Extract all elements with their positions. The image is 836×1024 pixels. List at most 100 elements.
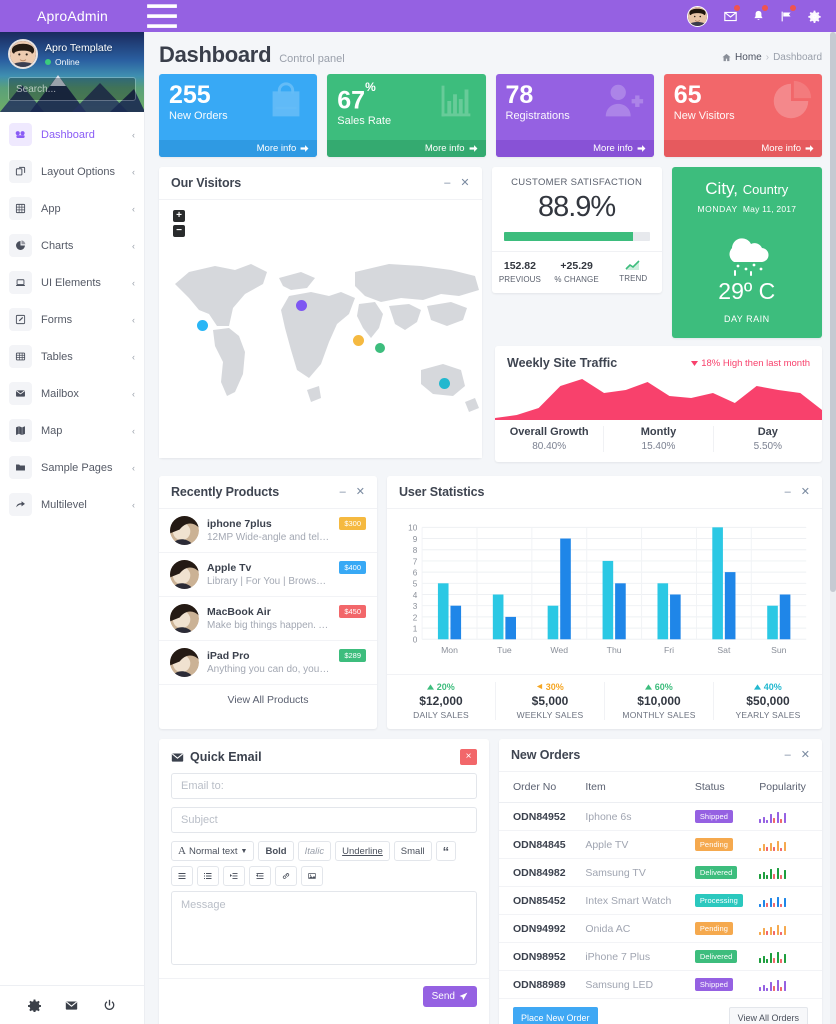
place-new-order-button[interactable]: Place New Order bbox=[513, 1007, 598, 1024]
chart-bar bbox=[712, 527, 723, 640]
infobox-more-label: More info bbox=[424, 143, 465, 154]
infobox-more-info[interactable]: More info bbox=[327, 140, 486, 157]
page-scrollbar[interactable] bbox=[830, 32, 836, 1024]
view-all-orders-button[interactable]: View All Orders bbox=[728, 1007, 808, 1024]
scrollbar-thumb[interactable] bbox=[830, 32, 836, 592]
product-list: iphone 7plus 12MP Wide-angle and telephot… bbox=[159, 509, 377, 685]
minimize-icon[interactable]: – bbox=[340, 486, 346, 498]
blockquote-button[interactable]: “ bbox=[435, 841, 457, 861]
map-zoom-out-button[interactable]: − bbox=[173, 225, 185, 237]
table-row[interactable]: ODN94992 Onida AC Pending bbox=[499, 914, 822, 943]
sidebar-item-ui-elements[interactable]: UI Elements ‹ bbox=[0, 264, 144, 301]
messages-icon[interactable] bbox=[716, 0, 744, 32]
list-item[interactable]: Apple Tv Library | For You | Browse | Rad… bbox=[159, 553, 377, 597]
sidebar-item-mailbox[interactable]: Mailbox ‹ bbox=[0, 375, 144, 412]
sidebar-item-dashboard[interactable]: Dashboard ‹ bbox=[0, 116, 144, 153]
minimize-icon[interactable]: – bbox=[785, 486, 791, 498]
text-style-dropdown[interactable]: A Normal text ▼ bbox=[171, 841, 255, 861]
table-row[interactable]: ODN84982 Samsung TV Delivered bbox=[499, 858, 822, 887]
bold-button[interactable]: Bold bbox=[258, 841, 294, 861]
close-button[interactable]: × bbox=[460, 749, 477, 765]
editor-toolbar-row-2 bbox=[171, 866, 477, 886]
sidebar-item-app[interactable]: App ‹ bbox=[0, 190, 144, 227]
sidebar-item-map[interactable]: Map ‹ bbox=[0, 412, 144, 449]
brand-logo[interactable]: AproAdmin bbox=[0, 0, 145, 32]
image-icon[interactable] bbox=[301, 866, 323, 886]
minimize-icon[interactable]: – bbox=[444, 177, 450, 189]
email-subject-field[interactable] bbox=[171, 807, 477, 833]
avatar[interactable] bbox=[687, 5, 708, 27]
quick-email-card: Quick Email × ANormal text▼ Bold Italic Und… bbox=[159, 739, 489, 1024]
grid-icon bbox=[9, 197, 32, 220]
search-input[interactable] bbox=[9, 78, 135, 100]
infobox-new-orders[interactable]: 255 New Orders More info bbox=[159, 74, 318, 157]
envelope-icon[interactable] bbox=[65, 999, 78, 1012]
close-icon[interactable]: ✕ bbox=[460, 177, 469, 189]
notifications-icon[interactable] bbox=[744, 0, 772, 32]
close-icon[interactable]: ✕ bbox=[801, 749, 810, 761]
gear-icon[interactable] bbox=[28, 998, 42, 1012]
svg-text:Sat: Sat bbox=[717, 645, 731, 655]
sidebar-item-label: App bbox=[41, 202, 61, 215]
table-row[interactable]: ODN88989 Samsung LED Shipped bbox=[499, 970, 822, 999]
table-row[interactable]: ODN84952 Iphone 6s Shipped bbox=[499, 802, 822, 831]
sidebar-item-forms[interactable]: Forms ‹ bbox=[0, 301, 144, 338]
italic-button[interactable]: Italic bbox=[297, 841, 332, 861]
link-icon[interactable] bbox=[275, 866, 297, 886]
list-item[interactable]: MacBook Air Make big things happen. All d… bbox=[159, 597, 377, 641]
power-icon[interactable] bbox=[103, 999, 116, 1012]
table-row[interactable]: ODN98952 iPhone 7 Plus Delivered bbox=[499, 942, 822, 971]
marker-middle-east[interactable] bbox=[353, 335, 364, 346]
settings-icon[interactable] bbox=[800, 0, 828, 32]
marker-india[interactable] bbox=[375, 343, 385, 353]
close-icon[interactable]: ✕ bbox=[356, 486, 365, 498]
view-all-products-link[interactable]: View All Products bbox=[159, 685, 377, 716]
infobox-registrations[interactable]: 78 Registrations More info bbox=[495, 74, 654, 157]
toolbar-button-label: “ bbox=[442, 843, 450, 859]
list-item[interactable]: iPad Pro Anything you can do, you can do … bbox=[159, 641, 377, 685]
marker-australia[interactable] bbox=[439, 378, 450, 389]
sidebar-item-label: Map bbox=[41, 424, 63, 437]
infobox-more-info[interactable]: More info bbox=[663, 140, 822, 157]
small-button[interactable]: Small bbox=[393, 841, 432, 861]
svg-text:Sun: Sun bbox=[771, 645, 787, 655]
email-to-field[interactable] bbox=[171, 773, 477, 799]
minimize-icon[interactable]: – bbox=[785, 749, 791, 761]
sidebar-item-charts[interactable]: Charts ‹ bbox=[0, 227, 144, 264]
tasks-icon[interactable] bbox=[772, 0, 800, 32]
infobox-suffix: % bbox=[365, 80, 376, 94]
trend-up-icon bbox=[605, 260, 662, 271]
email-message-field[interactable] bbox=[171, 891, 477, 965]
breadcrumb-home[interactable]: Home bbox=[735, 52, 762, 63]
close-icon[interactable]: ✕ bbox=[801, 486, 810, 498]
map-zoom-in-button[interactable]: + bbox=[173, 210, 185, 222]
send-button[interactable]: Send bbox=[422, 986, 477, 1007]
breadcrumb-current: Dashboard bbox=[773, 52, 822, 63]
hamburger-icon[interactable] bbox=[145, 0, 179, 32]
order-number: ODN84845 bbox=[499, 830, 586, 859]
order-number: ODN84952 bbox=[499, 802, 586, 831]
sidebar-profile[interactable]: Apro Template Online bbox=[0, 32, 144, 69]
infobox-new-visitors[interactable]: 65 New Visitors More info bbox=[663, 74, 822, 157]
main-content: Dashboard Control panel Home › Dashboard… bbox=[145, 32, 836, 1024]
ordered-list-icon[interactable] bbox=[197, 866, 219, 886]
underline-button[interactable]: Underline bbox=[335, 841, 390, 861]
sidebar-item-sample-pages[interactable]: Sample Pages ‹ bbox=[0, 449, 144, 486]
sidebar-item-layout-options[interactable]: Layout Options ‹ bbox=[0, 153, 144, 190]
chart-bar bbox=[657, 583, 669, 640]
table-row[interactable]: ODN85452 Intex Smart Watch Processing bbox=[499, 886, 822, 915]
world-map[interactable]: + − bbox=[159, 200, 482, 458]
list-item[interactable]: iphone 7plus 12MP Wide-angle and telephot… bbox=[159, 509, 377, 553]
sidebar-item-tables[interactable]: Tables ‹ bbox=[0, 338, 144, 375]
indent-icon[interactable] bbox=[223, 866, 245, 886]
table-row[interactable]: ODN84845 Apple TV Pending bbox=[499, 830, 822, 859]
infobox-more-info[interactable]: More info bbox=[159, 140, 318, 157]
outdent-icon[interactable] bbox=[249, 866, 271, 886]
column-header: Popularity bbox=[759, 772, 822, 803]
marker-uk[interactable] bbox=[296, 300, 307, 311]
sidebar-item-multilevel[interactable]: Multilevel ‹ bbox=[0, 486, 144, 523]
infobox-sales-rate[interactable]: 67% Sales Rate More info bbox=[327, 74, 486, 157]
marker-usa[interactable] bbox=[197, 320, 208, 331]
infobox-more-info[interactable]: More info bbox=[495, 140, 654, 157]
unordered-list-icon[interactable] bbox=[171, 866, 193, 886]
